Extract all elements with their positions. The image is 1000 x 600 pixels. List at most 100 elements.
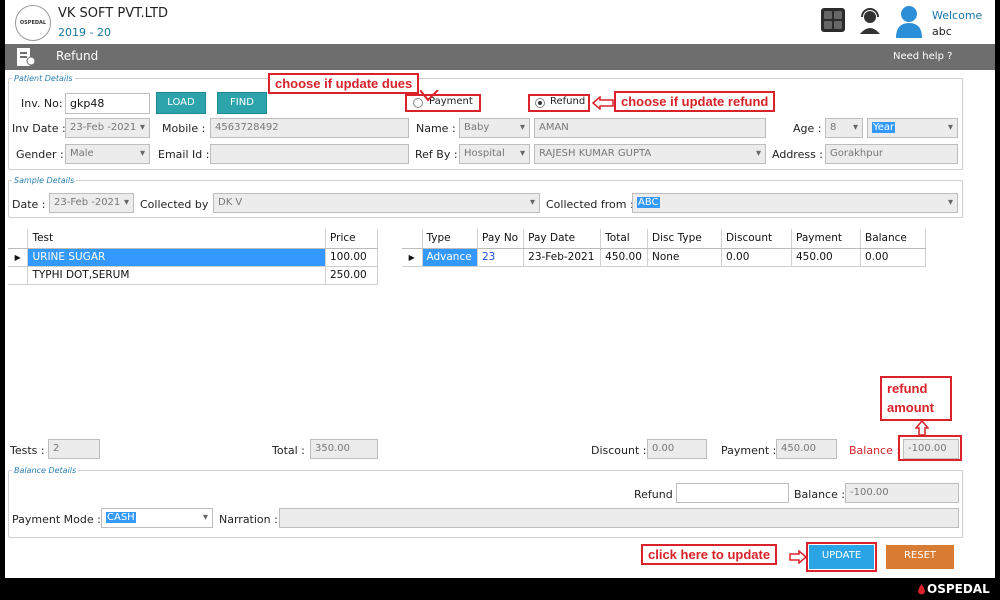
inv-date-picker[interactable]: 23-Feb -2021 bbox=[65, 118, 150, 138]
row-pointer-icon: ▶ bbox=[402, 248, 423, 267]
name-label: Name : bbox=[416, 122, 456, 135]
support-headset-icon[interactable] bbox=[857, 6, 883, 34]
load-button[interactable]: LOAD bbox=[156, 92, 206, 114]
user-avatar-icon[interactable] bbox=[895, 4, 923, 38]
payments-header-payno[interactable]: Pay No bbox=[477, 229, 525, 249]
discount-field: 0.00 bbox=[647, 439, 707, 459]
collected-from-select[interactable]: ABC bbox=[632, 193, 958, 213]
tests-header-spacer bbox=[8, 229, 29, 249]
collected-from-value: ABC bbox=[637, 197, 660, 208]
test-price-cell[interactable]: 250.00 bbox=[325, 266, 378, 285]
payments-header-discount[interactable]: Discount bbox=[721, 229, 792, 249]
age-unit-select[interactable]: Year bbox=[867, 118, 958, 138]
ref-by-name-select[interactable]: RAJESH KUMAR GUPTA bbox=[534, 144, 766, 164]
age-unit-value: Year bbox=[872, 122, 896, 133]
tests-count-field: 2 bbox=[48, 439, 100, 459]
tests-table: Test Price ▶ URINE SUGAR 100.00 TYPHI DO… bbox=[8, 229, 378, 285]
payment-amount-cell[interactable]: 450.00 bbox=[791, 248, 861, 267]
sample-details-legend: Sample Details bbox=[14, 176, 75, 185]
tests-header-price[interactable]: Price bbox=[325, 229, 378, 249]
sample-date-picker[interactable]: 23-Feb -2021 bbox=[49, 193, 134, 213]
payment-no-cell[interactable]: 23 bbox=[477, 248, 525, 267]
payment-mode-value: CASH bbox=[106, 512, 136, 523]
test-price-cell[interactable]: 100.00 bbox=[325, 248, 378, 267]
balance-label: Balance : bbox=[849, 444, 901, 457]
annotation-refund-amount-line1: refund bbox=[887, 381, 928, 396]
table-row[interactable]: TYPHI DOT,SERUM 250.00 bbox=[8, 266, 378, 285]
payments-header-type[interactable]: Type bbox=[422, 229, 478, 249]
payments-header-disctype[interactable]: Disc Type bbox=[647, 229, 722, 249]
payments-header-payment[interactable]: Payment bbox=[791, 229, 861, 249]
company-name: VK SOFT PVT.LTD bbox=[58, 6, 169, 21]
payment-field: 450.00 bbox=[776, 439, 837, 459]
test-name-cell[interactable]: TYPHI DOT,SERUM bbox=[27, 266, 326, 285]
help-link[interactable]: Need help ? bbox=[893, 51, 952, 62]
payments-header-balance[interactable]: Balance bbox=[860, 229, 926, 249]
payments-table: Type Pay No Pay Date Total Disc Type Dis… bbox=[402, 229, 926, 267]
annotation-amount-arrow-icon bbox=[915, 420, 929, 436]
reset-button[interactable]: RESET bbox=[886, 545, 954, 569]
payment-date-cell[interactable]: 23-Feb-2021 bbox=[523, 248, 602, 267]
tests-header-row: Test Price bbox=[8, 229, 378, 249]
table-row[interactable]: ▶ Advance 23 23-Feb-2021 450.00 None 0.0… bbox=[402, 248, 926, 267]
gender-label: Gender : bbox=[16, 148, 64, 161]
refund-page-icon bbox=[17, 48, 36, 66]
payment-discount-cell[interactable]: 0.00 bbox=[721, 248, 792, 267]
annotation-click-update: click here to update bbox=[641, 544, 778, 565]
ref-by-label: Ref By : bbox=[415, 148, 458, 161]
refund-amount-input[interactable] bbox=[676, 483, 789, 503]
age-select[interactable]: 8 bbox=[825, 118, 863, 138]
address-label: Address : bbox=[772, 148, 824, 161]
inv-no-label: Inv. No: bbox=[21, 97, 63, 110]
payment-total-cell[interactable]: 450.00 bbox=[600, 248, 648, 267]
user-name: abc bbox=[932, 25, 952, 38]
collected-from-label: Collected from : bbox=[546, 198, 634, 211]
payments-header-total[interactable]: Total bbox=[600, 229, 648, 249]
narration-input[interactable] bbox=[279, 508, 959, 528]
payment-disctype-cell[interactable]: None bbox=[647, 248, 722, 267]
page-title: Refund bbox=[56, 49, 99, 63]
name-prefix-select[interactable]: Baby bbox=[459, 118, 530, 138]
financial-year[interactable]: 2019 - 20 bbox=[58, 26, 111, 39]
calculator-icon[interactable] bbox=[821, 8, 845, 32]
annotation-update-highlight bbox=[806, 542, 877, 572]
payment-balance-cell[interactable]: 0.00 bbox=[860, 248, 926, 267]
name-field[interactable]: AMAN bbox=[534, 118, 766, 138]
annotation-refund-highlight bbox=[528, 94, 590, 112]
balance-details-balance-label: Balance : bbox=[794, 488, 846, 501]
annotation-balance-highlight bbox=[898, 435, 962, 461]
payments-header-row: Type Pay No Pay Date Total Disc Type Dis… bbox=[402, 229, 926, 249]
refund-amount-label: Refund bbox=[634, 488, 673, 501]
annotation-refund-amount-line2: amount bbox=[887, 400, 934, 415]
annotation-update-refund: choose if update refund bbox=[614, 91, 776, 112]
test-name-cell[interactable]: URINE SUGAR bbox=[27, 248, 326, 267]
mobile-label: Mobile : bbox=[162, 122, 206, 135]
table-row[interactable]: ▶ URINE SUGAR 100.00 bbox=[8, 248, 378, 267]
annotation-update-arrow-icon bbox=[789, 550, 807, 564]
narration-label: Narration : bbox=[219, 513, 278, 526]
find-button[interactable]: FIND bbox=[217, 92, 267, 114]
annotation-update-dues: choose if update dues bbox=[268, 73, 420, 94]
welcome-text: Welcome bbox=[932, 9, 983, 22]
row-pointer-spacer bbox=[8, 266, 29, 285]
email-label: Email Id : bbox=[158, 148, 210, 161]
age-label: Age : bbox=[793, 122, 822, 135]
email-field[interactable] bbox=[210, 144, 409, 164]
total-label: Total : bbox=[272, 444, 305, 457]
payments-header-paydate[interactable]: Pay Date bbox=[523, 229, 602, 249]
gender-select[interactable]: Male bbox=[65, 144, 150, 164]
annotation-refund-arrow-icon bbox=[592, 96, 614, 110]
sample-date-label: Date : bbox=[12, 198, 46, 211]
tests-count-label: Tests : bbox=[10, 444, 45, 457]
ref-by-type-select[interactable]: Hospital bbox=[459, 144, 530, 164]
address-field[interactable]: Gorakhpur bbox=[825, 144, 958, 164]
collected-by-select[interactable]: DK V bbox=[213, 193, 540, 213]
payment-mode-select[interactable]: CASH bbox=[101, 508, 213, 528]
payment-type-cell[interactable]: Advance bbox=[422, 248, 478, 267]
mobile-field[interactable]: 4563728492 bbox=[210, 118, 409, 138]
tests-header-test[interactable]: Test bbox=[27, 229, 326, 249]
inv-no-input[interactable]: gkp48 bbox=[65, 93, 150, 114]
patient-details-legend: Patient Details bbox=[14, 74, 73, 83]
page-titlebar bbox=[5, 44, 995, 70]
payment-label: Payment : bbox=[721, 444, 777, 457]
